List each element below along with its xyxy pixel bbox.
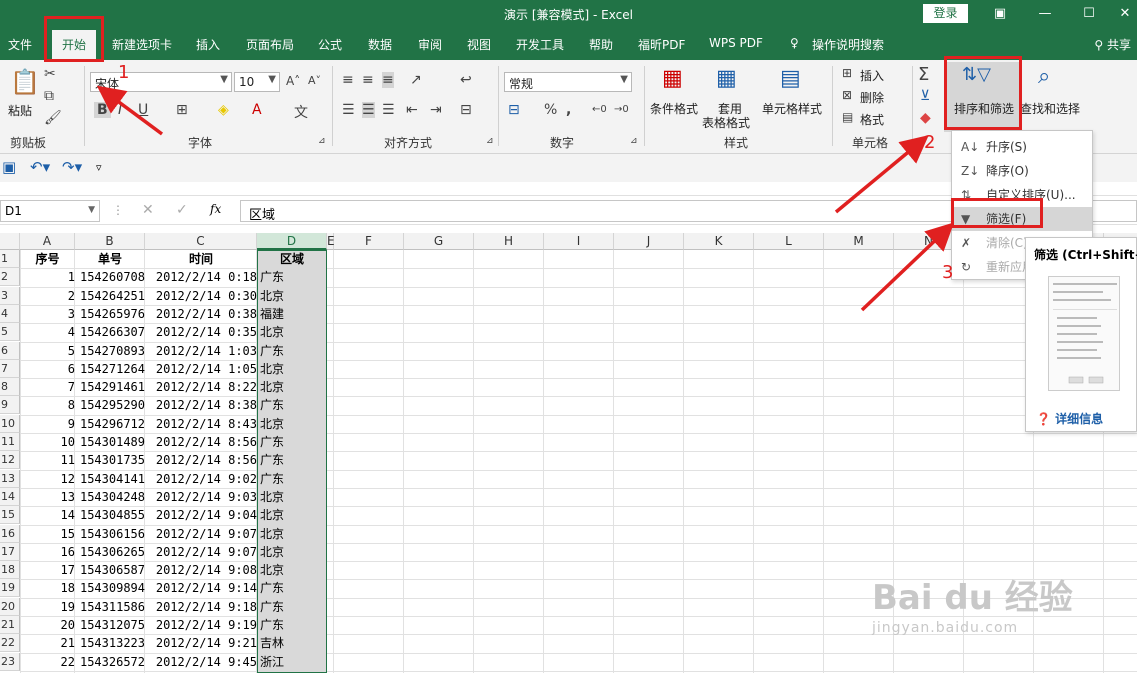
watermark-logo: Bai du 经验 [872,578,1073,618]
watermark-url: jingyan.baidu.com [872,620,1019,636]
